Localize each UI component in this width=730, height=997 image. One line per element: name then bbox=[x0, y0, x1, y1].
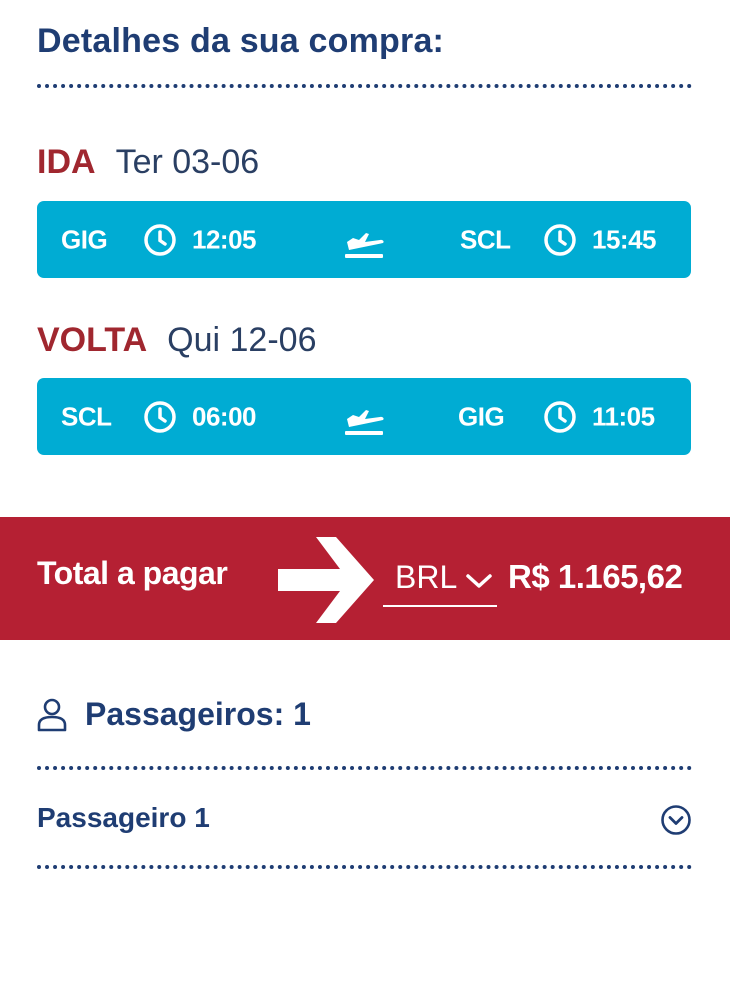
total-bar: Total a pagar BRL R$ 1.165,62 bbox=[0, 517, 730, 640]
outbound-leg-label: IDA Ter 03-06 bbox=[37, 143, 259, 182]
passengers-header: Passageiros: 1 bbox=[37, 696, 437, 736]
page-title: Detalhes da sua compra: bbox=[37, 22, 445, 60]
total-amount: R$ 1.165,62 bbox=[508, 558, 683, 595]
departure-time: 12:05 bbox=[192, 224, 257, 254]
return-flight-bar: SCL 06:00 GIG 11:05 bbox=[37, 378, 691, 455]
return-leg-label: VOLTA Qui 12-06 bbox=[37, 321, 317, 360]
origin-code: GIG bbox=[61, 224, 108, 254]
plane-takeoff-icon bbox=[345, 232, 384, 258]
plane-takeoff-icon bbox=[345, 409, 384, 435]
total-label: Total a pagar bbox=[37, 555, 228, 591]
divider bbox=[37, 766, 692, 770]
clock-icon bbox=[144, 400, 176, 433]
currency-code: BRL bbox=[395, 559, 458, 595]
arrival-time: 15:45 bbox=[592, 224, 657, 254]
origin-code: SCL bbox=[61, 401, 112, 431]
clock-icon bbox=[544, 223, 576, 256]
passenger-row[interactable]: Passageiro 1 bbox=[37, 790, 692, 848]
leg-kind: VOLTA bbox=[37, 321, 148, 359]
chevron-down-circle-icon[interactable] bbox=[660, 804, 692, 836]
departure-time: 06:00 bbox=[192, 401, 257, 431]
chevron-down-icon bbox=[466, 574, 492, 588]
leg-kind: IDA bbox=[37, 143, 96, 181]
user-icon bbox=[37, 698, 67, 732]
leg-date: Qui 12-06 bbox=[167, 321, 317, 359]
arrival-time: 11:05 bbox=[592, 401, 655, 431]
outbound-flight-bar: GIG 12:05 SCL 15:45 bbox=[37, 201, 691, 278]
leg-date: Ter 03-06 bbox=[115, 143, 260, 181]
currency-select[interactable]: BRL bbox=[383, 555, 497, 607]
arrow-right-icon bbox=[278, 537, 374, 623]
divider bbox=[37, 865, 692, 869]
passenger-label: Passageiro 1 bbox=[37, 802, 210, 833]
clock-icon bbox=[144, 223, 176, 256]
passengers-title: Passageiros: 1 bbox=[85, 696, 311, 732]
divider bbox=[37, 84, 692, 88]
destination-code: SCL bbox=[460, 224, 511, 254]
clock-icon bbox=[544, 400, 576, 433]
destination-code: GIG bbox=[458, 401, 505, 431]
